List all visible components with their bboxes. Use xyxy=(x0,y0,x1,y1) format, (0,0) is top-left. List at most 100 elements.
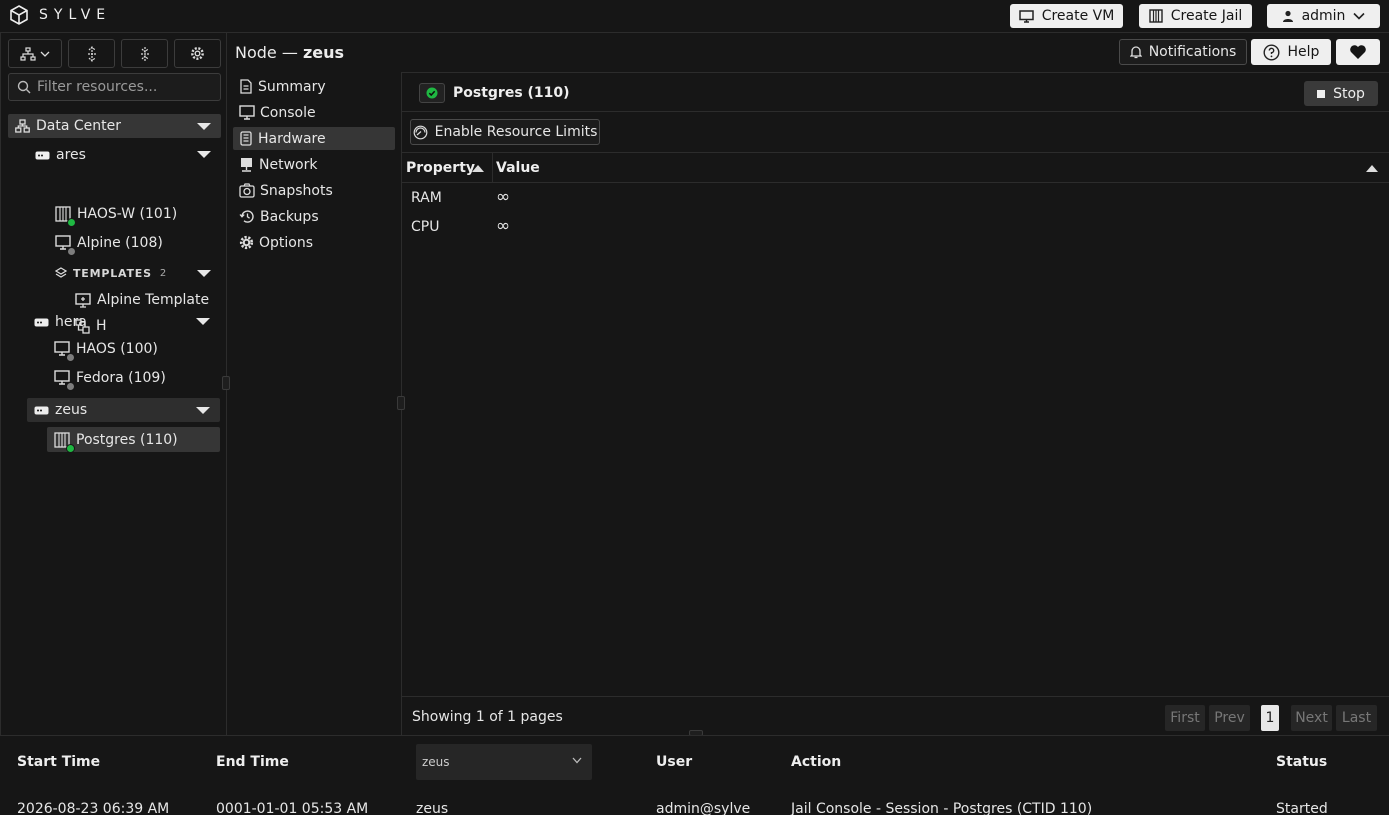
tree-item-vm[interactable]: Fedora (109) xyxy=(54,370,166,391)
sort-ascending-icon[interactable] xyxy=(472,165,484,172)
pagination-summary: Showing 1 of 1 pages xyxy=(412,709,563,725)
gear-icon xyxy=(191,47,204,60)
column-header-start-time[interactable]: Start Time xyxy=(17,754,100,770)
tree-item-node-zeus[interactable]: zeus xyxy=(27,398,220,422)
first-page-button[interactable]: First xyxy=(1165,705,1205,731)
gauge-icon xyxy=(413,125,427,139)
create-vm-button[interactable]: Create VM xyxy=(1010,4,1123,28)
expand-icon xyxy=(87,45,96,62)
collapse-caret-icon[interactable] xyxy=(197,270,211,277)
tree-item-vm[interactable]: HAOS (100) xyxy=(54,341,158,362)
search-input[interactable] xyxy=(37,74,217,100)
enable-resource-limits-button[interactable]: Enable Resource Limits xyxy=(410,119,600,145)
tree-item-node-hera-visible[interactable]: hera xyxy=(34,312,220,332)
server-icon xyxy=(34,318,49,326)
main-panel: Postgres (110) Stop Enable Resource Limi… xyxy=(402,72,1389,735)
check-icon xyxy=(426,87,438,99)
monitor-icon xyxy=(239,105,255,120)
sort-ascending-icon[interactable] xyxy=(1366,165,1378,172)
monitor-template-icon xyxy=(75,292,91,308)
chevron-down-icon xyxy=(40,51,50,57)
column-header-property[interactable]: Property xyxy=(406,160,475,176)
stop-button[interactable]: Stop xyxy=(1304,81,1378,106)
log-action: Jail Console - Session - Postgres (CTID … xyxy=(791,801,1093,815)
cube-logo-icon xyxy=(10,5,28,25)
camera-icon xyxy=(239,183,255,198)
log-user: admin@sylve xyxy=(656,801,751,815)
help-icon xyxy=(1263,43,1280,61)
column-header-end-time[interactable]: End Time xyxy=(216,754,289,770)
status-badge xyxy=(419,83,445,103)
tree-icon xyxy=(20,46,36,61)
user-icon xyxy=(1282,10,1293,22)
page-title: Node — zeus xyxy=(235,43,345,62)
favorite-button[interactable] xyxy=(1336,39,1380,65)
nav-item-console[interactable]: Console xyxy=(233,101,395,124)
stopped-status-dot xyxy=(67,247,76,256)
server-icon xyxy=(35,151,50,159)
tree-item-datacenter[interactable]: Data Center xyxy=(8,114,221,138)
column-header-action[interactable]: Action xyxy=(791,754,841,770)
search-icon xyxy=(17,80,31,94)
expand-all-button[interactable] xyxy=(68,39,115,68)
pagination-bar: Showing 1 of 1 pages First Prev 1 Next L… xyxy=(402,696,1389,735)
tree-item-node-ares[interactable]: ares xyxy=(35,145,221,165)
heart-icon xyxy=(1350,45,1366,59)
cell-value: ∞ xyxy=(496,216,511,236)
cell-value: ∞ xyxy=(496,187,511,207)
filter-resources-field[interactable] xyxy=(8,73,221,101)
tree-item-jail-selected[interactable]: Postgres (110) xyxy=(47,427,220,453)
resource-title: Postgres (110) xyxy=(453,85,570,101)
collapse-caret-icon[interactable] xyxy=(196,318,210,325)
nav-item-network[interactable]: Network xyxy=(233,153,395,176)
datacenter-icon xyxy=(15,119,30,133)
column-header-value[interactable]: Value xyxy=(496,160,540,176)
log-end-time: 0001-01-01 05:53 AM xyxy=(216,801,369,815)
stopped-status-dot xyxy=(66,353,75,362)
collapse-icon xyxy=(140,46,149,61)
layers-icon xyxy=(55,267,67,278)
collapse-caret-icon[interactable] xyxy=(197,151,211,158)
tree-item-jail[interactable]: HAOS-W (101) xyxy=(55,206,177,227)
tree-item-template[interactable]: Alpine Template xyxy=(75,292,209,308)
notifications-button[interactable]: Notifications xyxy=(1119,39,1247,65)
column-header-user[interactable]: User xyxy=(656,754,692,770)
page-number-button[interactable]: 1 xyxy=(1261,705,1279,731)
tree-view-button[interactable] xyxy=(8,39,62,68)
chevron-down-icon xyxy=(572,757,582,764)
node-filter-select[interactable]: zeus xyxy=(416,744,592,780)
nav-item-summary[interactable]: Summary xyxy=(233,75,395,98)
log-start-time: 2026-08-23 06:39 AM xyxy=(17,801,170,815)
create-jail-button[interactable]: Create Jail xyxy=(1139,4,1252,28)
tree-item-templates[interactable]: TEMPLATES 2 xyxy=(55,264,221,282)
nav-item-snapshots[interactable]: Snapshots xyxy=(233,179,395,202)
nav-item-hardware[interactable]: Hardware xyxy=(233,127,395,150)
collapse-caret-icon[interactable] xyxy=(196,407,210,414)
column-header-status[interactable]: Status xyxy=(1276,754,1327,770)
settings-button[interactable] xyxy=(174,39,221,68)
brand-logo[interactable]: SYLVE xyxy=(9,5,111,25)
stop-icon xyxy=(1317,89,1326,98)
running-status-dot xyxy=(66,443,75,453)
section-nav: Summary Console Hardware Network Snapsho… xyxy=(227,72,402,735)
collapse-all-button[interactable] xyxy=(121,39,168,68)
last-page-button[interactable]: Last xyxy=(1336,705,1377,731)
nav-item-backups[interactable]: Backups xyxy=(233,205,395,228)
top-bar: SYLVE Create VM Create Jail admin xyxy=(0,0,1389,33)
tree-item-vm[interactable]: Alpine (108) xyxy=(55,235,163,256)
log-status: Started xyxy=(1276,801,1328,815)
cell-property: RAM xyxy=(411,190,442,206)
jail-icon xyxy=(1149,9,1163,23)
history-icon xyxy=(239,210,254,223)
log-node: zeus xyxy=(416,801,449,815)
next-page-button[interactable]: Next xyxy=(1291,705,1332,731)
help-button[interactable]: Help xyxy=(1251,39,1331,65)
user-menu-button[interactable]: admin xyxy=(1267,4,1380,28)
collapse-caret-icon[interactable] xyxy=(197,123,211,130)
network-icon xyxy=(241,158,252,172)
file-icon xyxy=(240,79,252,94)
nav-item-options[interactable]: Options xyxy=(233,231,395,254)
column-divider xyxy=(492,153,493,182)
resource-header: Postgres (110) Stop xyxy=(402,72,1389,112)
prev-page-button[interactable]: Prev xyxy=(1209,705,1250,731)
